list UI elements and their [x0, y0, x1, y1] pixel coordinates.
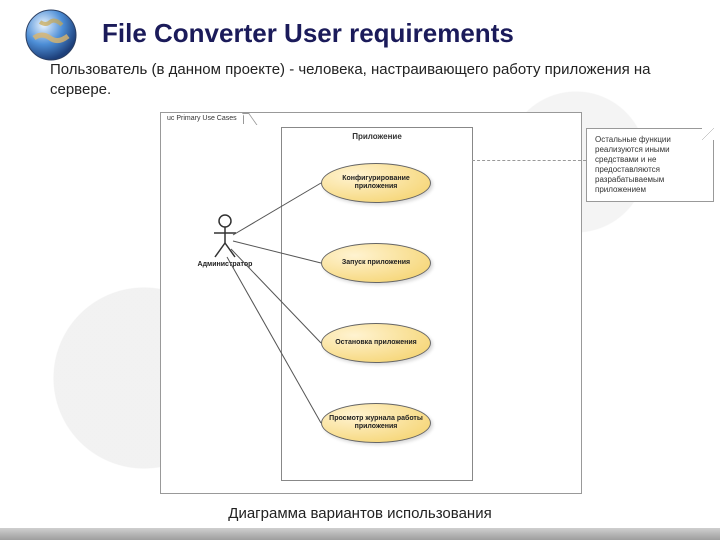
usecase-log: Просмотр журнала работы приложения — [321, 403, 431, 443]
usecase-diagram: uc Primary Use Cases Приложение Админист… — [160, 112, 582, 494]
actor-stick-icon — [210, 213, 240, 259]
usecase-configure: Конфигурирование приложения — [321, 163, 431, 203]
footer-bar — [0, 528, 720, 540]
actor-label: Администратор — [195, 261, 255, 268]
usecase-stop: Остановка приложения — [321, 323, 431, 363]
annotation-note: Остальные функции реализуются иными сред… — [586, 128, 714, 202]
actor: Администратор — [195, 213, 255, 268]
diagram-frame-label: uc Primary Use Cases — [160, 112, 244, 124]
page-subtitle: Пользователь (в данном проекте) - челове… — [50, 60, 680, 101]
annotation-connector — [472, 160, 586, 161]
system-label: Приложение — [282, 132, 472, 141]
page-title: File Converter User requirements — [102, 18, 514, 49]
globe-icon — [24, 8, 78, 62]
usecase-start: Запуск приложения — [321, 243, 431, 283]
diagram-caption: Диаграмма вариантов использования — [0, 505, 720, 522]
